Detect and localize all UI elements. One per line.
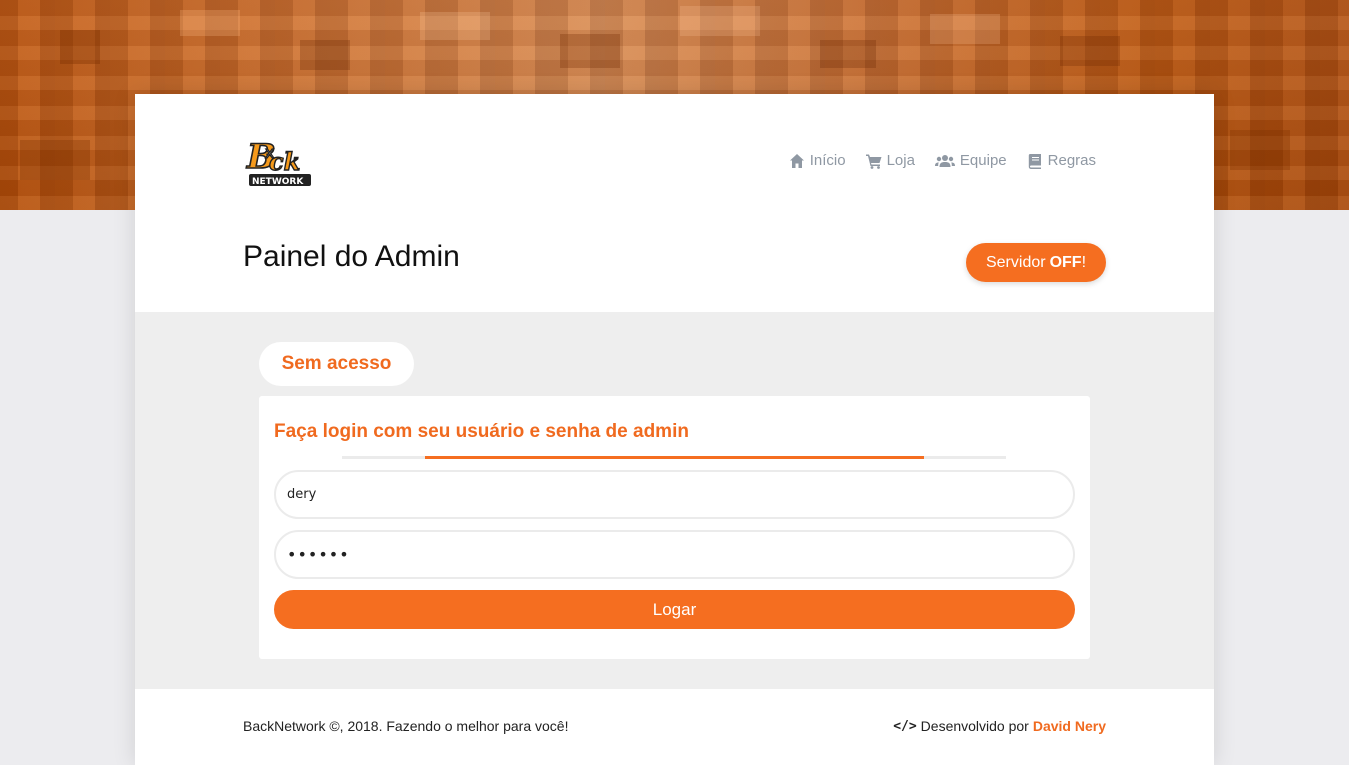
- server-status-prefix: Servidor: [985, 253, 1046, 271]
- password-field[interactable]: [274, 530, 1075, 579]
- nav-item-label: Loja: [886, 152, 915, 169]
- nav-item-label: Equipe: [959, 152, 1007, 169]
- footer-dev-prefix: Desenvolvido por: [920, 718, 1029, 734]
- logo-icon: B ck x NETWORK: [245, 136, 311, 187]
- login-card-title: Faça login com seu usuário e senha de ad…: [274, 421, 689, 442]
- nav-item-loja[interactable]: Loja: [865, 152, 915, 169]
- main-page: B ck x NETWORK Início Loja Equipe Regras…: [135, 94, 1214, 765]
- server-status-state: OFF: [1049, 253, 1082, 271]
- nav-item-inicio[interactable]: Início: [789, 152, 846, 169]
- server-status-suffix: !: [1081, 253, 1087, 271]
- footer-copyright: BackNetwork ©, 2018. Fazendo o melhor pa…: [243, 718, 569, 734]
- svg-text:x: x: [265, 143, 274, 162]
- main-nav: Início Loja Equipe Regras: [789, 152, 1096, 169]
- login-button[interactable]: Logar: [274, 590, 1075, 629]
- page-title: Painel do Admin: [243, 240, 460, 273]
- users-icon: [934, 154, 955, 167]
- developer-link[interactable]: David Nery: [1033, 718, 1106, 734]
- book-icon: [1028, 153, 1041, 169]
- tab-sem-acesso[interactable]: Sem acesso: [259, 342, 414, 386]
- back-network-logo[interactable]: B ck x NETWORK: [243, 124, 315, 196]
- home-icon: [789, 153, 804, 168]
- logo-subtext: NETWORK: [252, 177, 304, 187]
- cart-icon: [865, 154, 882, 169]
- login-card: Faça login com seu usuário e senha de ad…: [259, 396, 1090, 659]
- nav-item-equipe[interactable]: Equipe: [934, 152, 1007, 169]
- footer-credits: </> Desenvolvido por David Nery: [893, 718, 1106, 734]
- code-icon: </>: [893, 718, 917, 734]
- login-section: Sem acesso Faça login com seu usuário e …: [135, 312, 1214, 689]
- username-field[interactable]: [274, 470, 1075, 519]
- nav-item-label: Regras: [1047, 152, 1096, 169]
- nav-item-label: Início: [809, 152, 846, 169]
- nav-item-regras[interactable]: Regras: [1027, 152, 1096, 169]
- title-divider-accent: [425, 456, 924, 459]
- server-status-badge[interactable]: Servidor OFF!: [966, 243, 1106, 282]
